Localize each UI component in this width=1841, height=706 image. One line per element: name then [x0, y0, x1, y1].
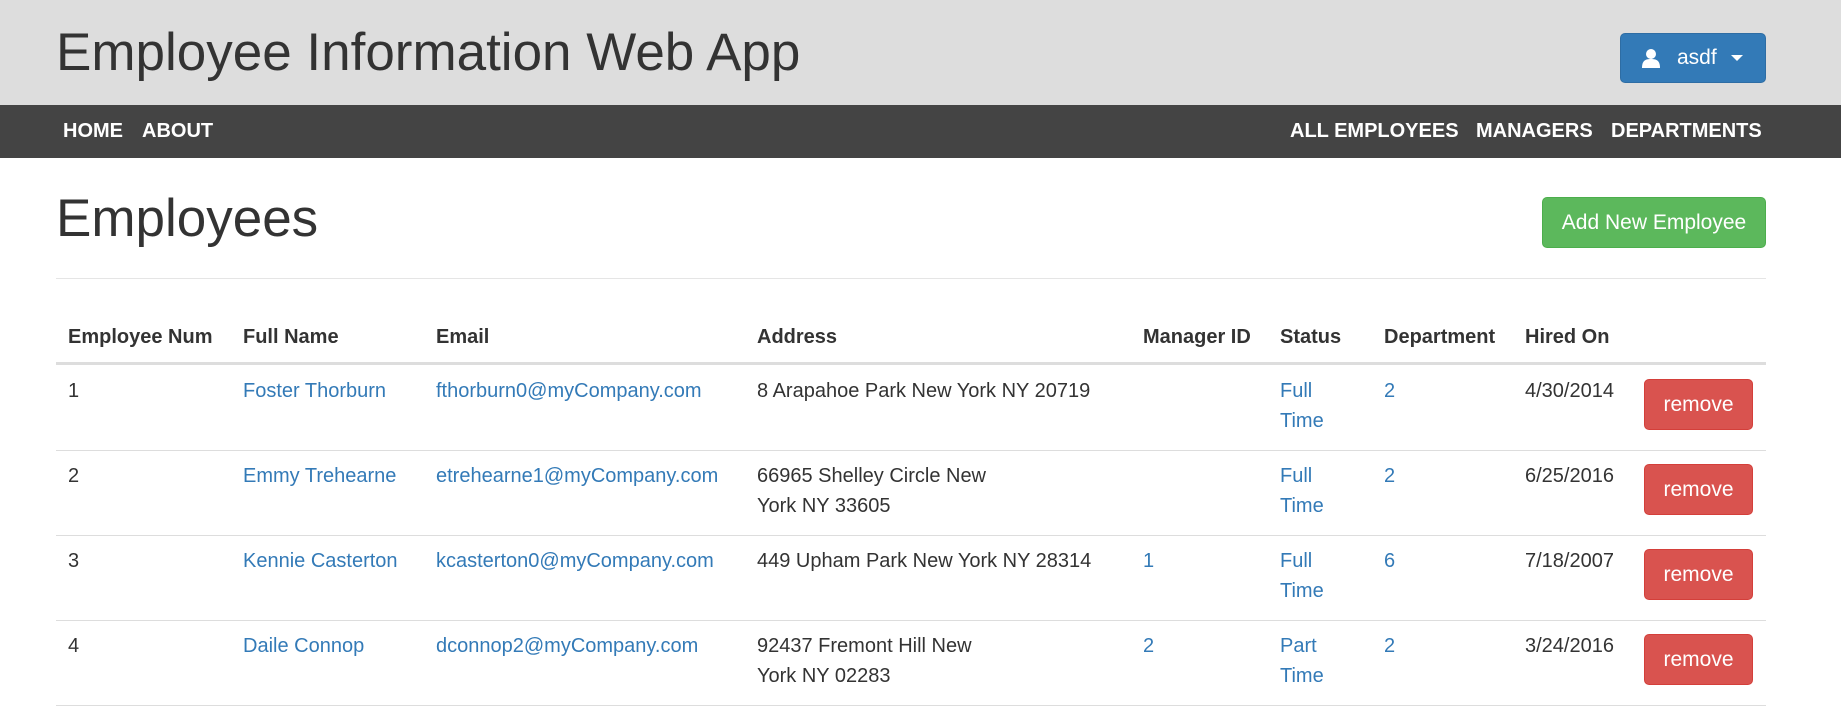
employee-num: 3 [68, 550, 80, 572]
column-header-employee-num: Employee Num [68, 326, 213, 348]
employee-name-link[interactable]: Kennie Casterton [243, 546, 398, 576]
nav-all-employees[interactable]: ALL EMPLOYEES [1290, 105, 1459, 158]
main-navbar: HOME ABOUT ALL EMPLOYEES MANAGERS DEPART… [0, 105, 1841, 158]
employee-email-link[interactable]: kcasterton0@myCompany.com [436, 546, 714, 576]
employee-name-link[interactable]: Daile Connop [243, 631, 364, 661]
column-header-status: Status [1280, 326, 1342, 348]
department-link[interactable]: 6 [1384, 546, 1395, 576]
remove-button[interactable]: remove [1644, 464, 1753, 515]
user-icon [1641, 48, 1661, 68]
app-title: Employee Information Web App [56, 23, 801, 82]
divider [56, 278, 1766, 279]
status-link[interactable]: Full Time [1280, 546, 1324, 606]
department-link[interactable]: 2 [1384, 461, 1395, 491]
status-link[interactable]: Full Time [1280, 461, 1324, 521]
column-header-department: Department [1384, 326, 1496, 348]
department-link[interactable]: 2 [1384, 376, 1395, 406]
hired-on: 4/30/2014 [1525, 380, 1614, 402]
hired-on: 3/24/2016 [1525, 635, 1614, 657]
hired-on: 6/25/2016 [1525, 465, 1614, 487]
status-link[interactable]: Part Time [1280, 631, 1324, 691]
manager-id-link[interactable]: 1 [1143, 546, 1154, 576]
user-menu-button[interactable]: asdf [1620, 33, 1766, 83]
nav-managers[interactable]: MANAGERS [1476, 105, 1593, 158]
nav-about[interactable]: ABOUT [142, 105, 213, 158]
manager-id-link[interactable]: 2 [1143, 631, 1154, 661]
column-header-manager-id: Manager ID [1143, 326, 1251, 348]
employee-name-link[interactable]: Foster Thorburn [243, 376, 386, 406]
table-row: 2 Emmy Trehearne etrehearne1@myCompany.c… [56, 451, 1766, 536]
nav-departments[interactable]: DEPARTMENTS [1611, 105, 1762, 158]
hired-on: 7/18/2007 [1525, 550, 1614, 572]
table-row: 1 Foster Thorburn fthorburn0@myCompany.c… [56, 366, 1766, 451]
remove-button[interactable]: remove [1644, 549, 1753, 600]
employee-address: 66965 Shelley Circle New York NY 33605 [757, 465, 987, 517]
column-header-full-name: Full Name [243, 326, 339, 348]
employee-name-link[interactable]: Emmy Trehearne [243, 461, 396, 491]
employee-email-link[interactable]: etrehearne1@myCompany.com [436, 461, 718, 491]
table-header: Employee Num Full Name Email Address Man… [56, 316, 1766, 365]
table-row: 3 Kennie Casterton kcasterton0@myCompany… [56, 536, 1766, 621]
employee-address: 449 Upham Park New York NY 28314 [757, 550, 1092, 572]
employee-email-link[interactable]: dconnop2@myCompany.com [436, 631, 698, 661]
employee-address: 8 Arapahoe Park New York NY 20719 [757, 380, 1091, 402]
remove-button[interactable]: remove [1644, 379, 1753, 430]
department-link[interactable]: 2 [1384, 631, 1395, 661]
table-row: 4 Daile Connop dconnop2@myCompany.com 92… [56, 621, 1766, 706]
employee-address: 92437 Fremont Hill New York NY 02283 [757, 635, 972, 687]
employee-email-link[interactable]: fthorburn0@myCompany.com [436, 376, 702, 406]
column-header-address: Address [757, 326, 838, 348]
employee-num: 1 [68, 380, 80, 402]
caret-down-icon [1730, 55, 1743, 61]
page-title: Employees [56, 189, 319, 248]
column-header-hired-on: Hired On [1525, 326, 1610, 348]
status-link[interactable]: Full Time [1280, 376, 1324, 436]
add-employee-button[interactable]: Add New Employee [1542, 197, 1766, 248]
nav-home[interactable]: HOME [63, 105, 123, 158]
employee-num: 4 [68, 635, 80, 657]
user-menu-label: asdf [1677, 46, 1717, 69]
app-header: Employee Information Web App asdf [0, 0, 1841, 105]
remove-button[interactable]: remove [1644, 634, 1753, 685]
employee-num: 2 [68, 465, 80, 487]
column-header-email: Email [436, 326, 490, 348]
